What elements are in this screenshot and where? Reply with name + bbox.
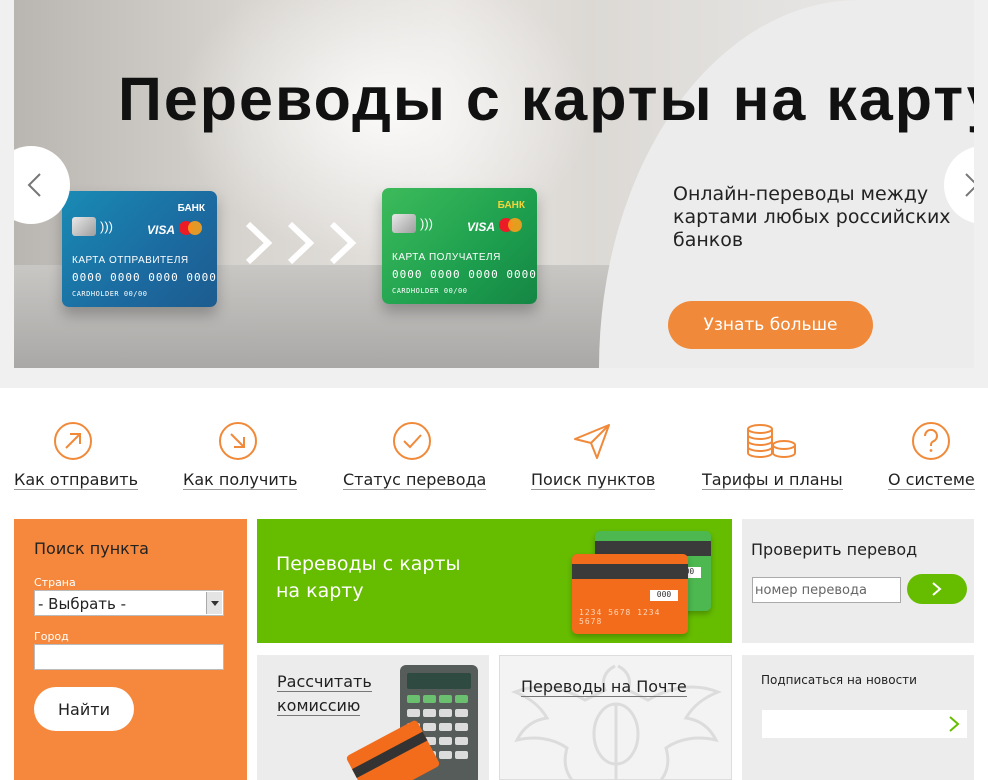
city-label: Город — [34, 630, 69, 643]
card-cvv: 000 — [650, 590, 678, 601]
chevron-right-icon[interactable] — [945, 715, 963, 733]
chevron-right-icon — [965, 173, 974, 197]
card-bank-label: БАНК — [497, 200, 525, 211]
nav-label: О системе — [888, 470, 975, 490]
calc-line1: Рассчитать — [277, 672, 372, 692]
chevron-down-icon[interactable] — [206, 592, 222, 614]
card-chip-icon — [392, 214, 416, 233]
chevron-left-icon — [27, 173, 41, 197]
visa-logo: VISA — [147, 223, 176, 237]
question-circle-icon — [912, 422, 950, 460]
nav-label: Как получить — [183, 470, 298, 490]
contactless-icon: ))) — [100, 219, 113, 234]
nav-label: Статус перевода — [343, 470, 487, 490]
card-chip-icon — [72, 217, 96, 236]
nav-about[interactable]: О системе — [888, 420, 975, 490]
banner-subtitle: Онлайн-переводы между картами любых росс… — [673, 183, 951, 251]
nav-label: Как отправить — [14, 470, 139, 490]
nav-label: Тарифы и планы — [702, 470, 843, 490]
card-bank-label: БАНК — [177, 203, 205, 214]
nav-how-to-receive[interactable]: Как получить — [183, 420, 298, 490]
card-number: 0000 0000 0000 0000 — [72, 271, 217, 284]
card-magnetic-strip — [572, 564, 688, 579]
transfer-number-input[interactable] — [752, 577, 901, 603]
find-point-tile: Поиск пункта Страна - Выбрать - Город На… — [14, 519, 247, 780]
check-transfer-tile: Проверить перевод — [742, 519, 974, 643]
paper-plane-icon — [573, 424, 610, 459]
banner-title: Переводы с карты на карту — [118, 65, 974, 133]
nav-how-to-send[interactable]: Как отправить — [14, 420, 139, 490]
chevron-right-icon — [932, 582, 942, 596]
card-to-card-line2: на карту — [276, 580, 364, 602]
card-holder: CARDHOLDER 00/00 — [392, 287, 468, 295]
card-number: 1234 5678 1234 5678 — [579, 608, 661, 626]
card-to-card-title: Переводы с карты на карту — [276, 551, 460, 605]
card-label: КАРТА ОТПРАВИТЕЛЯ — [72, 255, 189, 266]
calculate-commission-link[interactable]: Рассчитать комиссию — [277, 670, 372, 718]
post-transfers-tile[interactable]: Переводы на Почте — [499, 655, 732, 780]
arrow-down-right-circle-icon — [219, 422, 257, 460]
check-circle-icon — [392, 422, 431, 460]
country-label: Страна — [34, 576, 76, 589]
mastercard-logo-icon — [499, 218, 523, 233]
receiver-card: ))) БАНК VISA КАРТА ПОЛУЧАТЕЛЯ 0000 0000… — [382, 188, 537, 304]
post-transfers-link[interactable]: Переводы на Почте — [521, 677, 687, 697]
country-select[interactable]: - Выбрать - — [34, 590, 224, 616]
find-point-title: Поиск пункта — [34, 539, 149, 558]
transfer-arrows-icon — [245, 221, 357, 265]
newsletter-title: Подписаться на новости — [761, 673, 917, 687]
country-select-value: - Выбрать - — [38, 595, 127, 613]
nav-transfer-status[interactable]: Статус перевода — [343, 420, 487, 490]
hero-banner-area: Переводы с карты на карту ))) БАНК VISA … — [0, 0, 988, 388]
find-button[interactable]: Найти — [34, 687, 134, 731]
hero-banner: Переводы с карты на карту ))) БАНК VISA … — [14, 0, 974, 368]
newsletter-email-input[interactable] — [762, 710, 967, 738]
visa-logo: VISA — [467, 220, 496, 234]
card-number: 0000 0000 0000 0000 — [392, 268, 537, 281]
card-to-card-line1: Переводы с карты — [276, 553, 461, 575]
card-label: КАРТА ПОЛУЧАТЕЛЯ — [392, 252, 501, 263]
emblem-watermark-icon — [510, 664, 723, 779]
calculator-screen — [407, 673, 471, 689]
newsletter-tile: Подписаться на новости — [742, 655, 974, 780]
calculate-commission-tile[interactable]: Рассчитать комиссию — [257, 655, 489, 780]
nav-tariffs[interactable]: Тарифы и планы — [702, 420, 843, 490]
city-input[interactable] — [34, 644, 224, 670]
contactless-icon: ))) — [420, 216, 433, 231]
card-to-card-tile[interactable]: Переводы с карты на карту 000 000 1234 5… — [257, 519, 732, 643]
nav-label: Поиск пунктов — [531, 470, 656, 490]
orange-card-image: 000 1234 5678 1234 5678 — [572, 554, 688, 634]
mastercard-logo-icon — [179, 221, 203, 236]
nav-find-points[interactable]: Поиск пунктов — [531, 420, 656, 490]
check-submit-button[interactable] — [907, 574, 967, 604]
coins-icon — [746, 424, 796, 458]
calc-line2: комиссию — [277, 696, 361, 716]
arrow-up-right-circle-icon — [54, 422, 92, 460]
sender-card: ))) БАНК VISA КАРТА ОТПРАВИТЕЛЯ 0000 000… — [62, 191, 217, 307]
check-transfer-title: Проверить перевод — [751, 540, 918, 559]
learn-more-button[interactable]: Узнать больше — [668, 301, 873, 349]
card-holder: CARDHOLDER 00/00 — [72, 290, 148, 298]
